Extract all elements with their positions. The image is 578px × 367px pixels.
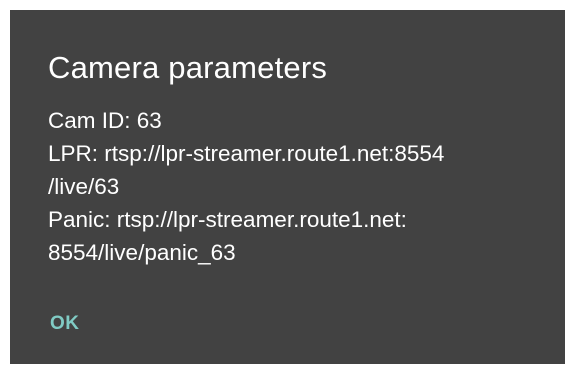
lpr-url-text-continued: /live/63 bbox=[48, 174, 120, 199]
camera-parameters-dialog: Camera parameters Cam ID: 63 LPR: rtsp:/… bbox=[10, 10, 565, 364]
ok-button[interactable]: OK bbox=[50, 313, 80, 335]
panic-url-text: Panic: rtsp://lpr-streamer.route1.net: bbox=[48, 207, 407, 232]
lpr-url-text: LPR: rtsp://lpr-streamer.route1.net:8554 bbox=[48, 141, 445, 166]
panic-url-text-continued: 8554/live/panic_63 bbox=[48, 240, 236, 265]
page: Camera parameters Cam ID: 63 LPR: rtsp:/… bbox=[0, 0, 578, 367]
dialog-message: Cam ID: 63 LPR: rtsp://lpr-streamer.rout… bbox=[48, 104, 558, 269]
cam-id-text: Cam ID: 63 bbox=[48, 108, 162, 133]
dialog-title: Camera parameters bbox=[48, 50, 328, 85]
